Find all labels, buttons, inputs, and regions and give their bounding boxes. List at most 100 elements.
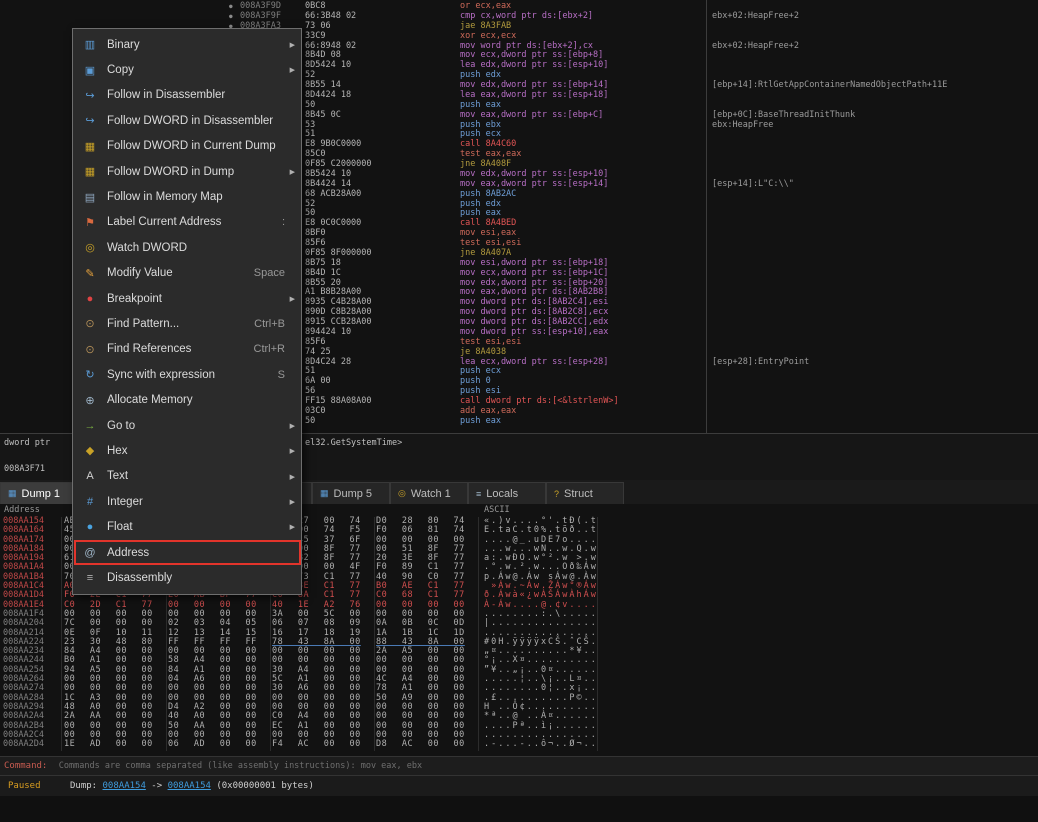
tab-locals[interactable]: ≡Locals <box>468 482 546 504</box>
submenu-arrow-icon: ▶ <box>290 295 295 303</box>
dump-tab-icon: ▦ <box>8 488 17 499</box>
tab-label: Watch 1 <box>411 488 451 500</box>
menu-item-label: Float <box>107 521 301 533</box>
menu-item-address[interactable]: @Address <box>73 540 301 565</box>
find-pattern-icon: ⊙ <box>80 317 100 330</box>
menu-item-follow-dword-in-current-dump[interactable]: ▦Follow DWORD in Current Dump <box>73 134 301 159</box>
dump-to-link[interactable]: 008AA154 <box>168 781 211 791</box>
menu-shortcut: : <box>282 216 285 228</box>
menu-item-follow-in-memory-map[interactable]: ▤Follow in Memory Map <box>73 184 301 209</box>
menu-shortcut: S <box>278 369 285 381</box>
struct-tab-icon: ? <box>554 489 559 499</box>
disasm-comment: ebx:HeapFree <box>712 121 773 131</box>
menu-item-integer[interactable]: #Integer▶ <box>73 489 301 514</box>
menu-item-label: Copy <box>107 64 301 76</box>
disasm-row[interactable]: ●008A3F9F66:3B48 02cmp cx,word ptr ds:[e… <box>0 12 1038 22</box>
disasm-comment: ebx+02:HeapFree+2 <box>712 12 799 22</box>
breakpoint-dot-icon: ● <box>229 12 233 22</box>
copy-icon: ▣ <box>80 64 100 77</box>
menu-item-go-to[interactable]: →Go to▶ <box>73 413 301 438</box>
status-paused: Paused <box>8 781 70 791</box>
menu-item-label: Follow DWORD in Disassembler <box>107 115 301 127</box>
menu-item-follow-dword-in-dump[interactable]: ▦Follow DWORD in Dump▶ <box>73 159 301 184</box>
menu-item-label: Binary <box>107 39 301 51</box>
submenu-arrow-icon: ▶ <box>290 41 295 49</box>
float-icon: ● <box>80 521 100 533</box>
menu-item-follow-in-disassembler[interactable]: ↪Follow in Disassembler <box>73 83 301 108</box>
dump-column-divider <box>478 517 479 751</box>
sync-icon: ↻ <box>80 368 100 381</box>
menu-item-label: Allocate Memory <box>107 394 301 406</box>
follow-dword-in-current-dump-icon: ▦ <box>80 140 100 153</box>
menu-item-find-pattern[interactable]: ⊙ Find Pattern...Ctrl+B <box>73 311 301 336</box>
command-label: Command: <box>4 761 53 771</box>
menu-shortcut: Ctrl+B <box>254 318 285 330</box>
menu-item-label: Disassembly <box>107 572 301 584</box>
disasm-instruction: push eax <box>460 417 501 427</box>
menu-item-follow-dword-in-disassembler[interactable]: ↪Follow DWORD in Disassembler <box>73 108 301 133</box>
menu-item-label: Text <box>107 470 301 482</box>
menu-item-binary[interactable]: ▥Binary▶ <box>73 32 301 57</box>
info-box-line1-right: el32.GetSystemTime> <box>305 438 402 448</box>
dump-address: 008AA2D4 <box>3 740 44 749</box>
dump-tab-icon: ▦ <box>320 488 329 499</box>
menu-shortcut: Space <box>254 267 285 279</box>
allocate-memory-icon: ⊕ <box>80 394 100 407</box>
dump-row[interactable]: 008AA2D4 1E AD 00 00 06 AD 00 00 F4 AC 00 0… <box>0 740 1038 749</box>
status-bar: Paused Dump: 008AA154 -> 008AA154 (0x000… <box>0 775 1038 796</box>
menu-item-hex[interactable]: ◆Hex▶ <box>73 438 301 463</box>
menu-item-text[interactable]: AText▶ <box>73 464 301 489</box>
address-icon: @ <box>80 547 100 559</box>
command-input[interactable] <box>59 761 1030 771</box>
status-arrow: -> <box>146 781 168 791</box>
watch-icon: ◎ <box>80 241 100 254</box>
dump-hex-group[interactable]: 1E AD 00 00 <box>64 740 162 749</box>
menu-item-breakpoint[interactable]: ● Breakpoint▶ <box>73 286 301 311</box>
disassembly-comment-divider <box>706 0 707 433</box>
tab-dump-5[interactable]: ▦Dump 5 <box>312 482 390 504</box>
disasm-bytes: 50 <box>305 417 315 427</box>
dump-hex-group[interactable]: 06 AD 00 00 <box>168 740 266 749</box>
label-icon: ⚑ <box>80 216 100 229</box>
debugger-window: ●008A3F9D0BC8or ecx,eax●008A3F9F66:3B48 … <box>0 0 1038 822</box>
menu-item-label: Follow in Disassembler <box>107 89 301 101</box>
modify-value-icon: ✎ <box>80 267 100 280</box>
menu-shortcut: Ctrl+R <box>254 343 285 355</box>
menu-item-label: Follow DWORD in Dump <box>107 166 301 178</box>
menu-item-float[interactable]: ●Float▶ <box>73 514 301 539</box>
menu-item-copy[interactable]: ▣Copy▶ <box>73 57 301 82</box>
dump-hex-group[interactable]: D8 AC 00 00 <box>376 740 474 749</box>
menu-item-label: Hex <box>107 445 301 457</box>
breakpoint-icon: ● <box>80 293 100 305</box>
disasm-comment: ebx+02:HeapFree+2 <box>712 42 799 52</box>
dump-column-divider <box>374 517 375 751</box>
menu-item-watch-dword[interactable]: ◎ Watch DWORD <box>73 235 301 260</box>
tab-label: Locals <box>486 488 518 500</box>
tab-label: Dump 1 <box>22 488 61 500</box>
menu-item-find-references[interactable]: ⊙Find ReferencesCtrl+R <box>73 337 301 362</box>
disasm-comment: [esp+14]:L"C:\\" <box>712 180 794 190</box>
submenu-arrow-icon: ▶ <box>290 473 295 481</box>
tab-watch-1[interactable]: ◎Watch 1 <box>390 482 468 504</box>
goto-icon: → <box>80 420 100 432</box>
dump-column-divider <box>597 517 598 751</box>
menu-item-disassembly[interactable]: ≡Disassembly <box>73 565 301 590</box>
menu-item-label: Label Current Address <box>107 216 282 228</box>
status-size: (0x00000001 bytes) <box>211 781 314 791</box>
disasm-comment: [esp+28]:EntryPoint <box>712 358 809 368</box>
menu-item-label: Integer <box>107 496 301 508</box>
tab-dump-1[interactable]: ▦ Dump 1 <box>0 482 78 504</box>
dump-from-link[interactable]: 008AA154 <box>103 781 146 791</box>
menu-item-label: Find Pattern... <box>107 318 254 330</box>
menu-item-allocate-memory[interactable]: ⊕ Allocate Memory <box>73 387 301 412</box>
menu-item-modify-value[interactable]: ✎Modify ValueSpace <box>73 261 301 286</box>
menu-item-label: Go to <box>107 420 301 432</box>
menu-item-label-current-address[interactable]: ⚑ Label Current Address: <box>73 210 301 235</box>
dump-ascii[interactable]: .-...-..ô¬..Ø¬.. <box>484 740 598 749</box>
menu-item-label: Watch DWORD <box>107 242 301 254</box>
tab-struct[interactable]: ?Struct <box>546 482 624 504</box>
dump-hex-group[interactable]: F4 AC 00 00 <box>272 740 370 749</box>
menu-item-label: Breakpoint <box>107 293 301 305</box>
menu-item-sync-with-expression[interactable]: ↻Sync with expressionS <box>73 362 301 387</box>
follow-in-memory-map-icon: ▤ <box>80 191 100 204</box>
